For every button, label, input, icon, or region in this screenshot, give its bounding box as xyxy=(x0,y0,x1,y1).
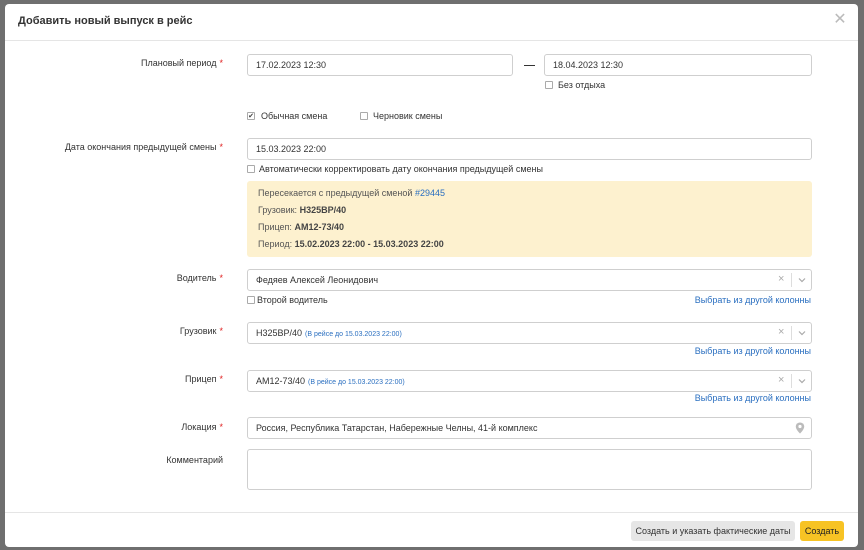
trailer-select[interactable]: АМ12-73/40 (В рейсе до 15.03.2023 22:00) xyxy=(247,370,812,392)
overlap-truck-value: Н325ВР/40 xyxy=(299,205,347,215)
overlap-warning: Пересекается с предыдущей сменой #29445 … xyxy=(247,181,812,257)
required-mark: * xyxy=(219,142,223,152)
comment-textarea[interactable] xyxy=(247,449,812,490)
truck-separator xyxy=(791,326,792,340)
location-label-text: Локация xyxy=(181,422,217,432)
prev-shift-end-label: Дата окончания предыдущей смены * xyxy=(5,142,223,152)
trailer-clear-icon[interactable]: × xyxy=(778,375,784,386)
required-mark: * xyxy=(219,422,223,432)
trailer-separator xyxy=(791,374,792,388)
overlap-text: Пересекается с предыдущей сменой xyxy=(258,188,413,198)
regular-shift-checkbox[interactable]: ✔ xyxy=(247,112,255,120)
no-rest-label: Без отдыха xyxy=(558,80,606,90)
location-label: Локация * xyxy=(5,422,223,432)
required-mark: * xyxy=(219,273,223,283)
close-icon[interactable]: ✕ xyxy=(832,12,848,28)
period-end-input[interactable]: 18.04.2023 12:30 xyxy=(544,54,812,76)
planned-period-label-text: Плановый период xyxy=(141,58,217,68)
overlap-truck-label: Грузовик: xyxy=(258,205,298,215)
second-driver-label: Второй водитель xyxy=(257,295,328,305)
trailer-value: АМ12-73/40 xyxy=(256,376,306,386)
auto-correct-label: Автоматически корректировать дату оконча… xyxy=(259,164,543,174)
modal-title: Добавить новый выпуск в рейс xyxy=(18,15,193,27)
overlap-period-line: Период: 15.02.2023 22:00 - 15.03.2023 22… xyxy=(258,239,444,249)
planned-period-label: Плановый период * xyxy=(5,58,223,68)
truck-label-text: Грузовик xyxy=(179,326,217,336)
trailer-label: Прицеп * xyxy=(5,374,223,384)
prev-shift-end-label-text: Дата окончания предыдущей смены xyxy=(64,142,217,152)
trailer-other-column-link[interactable]: Выбрать из другой колонны xyxy=(695,393,811,403)
location-input[interactable]: Россия, Республика Татарстан, Набережные… xyxy=(247,417,812,439)
map-pin-icon[interactable] xyxy=(795,422,805,434)
overlap-trailer-value: АМ12-73/40 xyxy=(294,222,344,232)
chevron-down-icon[interactable] xyxy=(797,275,807,285)
driver-clear-icon[interactable]: × xyxy=(778,274,784,285)
driver-select[interactable]: Федяев Алексей Леонидович xyxy=(247,269,812,291)
driver-label-text: Водитель xyxy=(176,273,217,283)
modal-header: Добавить новый выпуск в рейс ✕ xyxy=(5,4,858,41)
chevron-down-icon[interactable] xyxy=(797,328,807,338)
overlap-period-value: 15.02.2023 22:00 - 15.03.2023 22:00 xyxy=(294,239,444,249)
period-start-input[interactable]: 17.02.2023 12:30 xyxy=(247,54,513,76)
truck-value: Н325ВР/40 xyxy=(256,328,303,338)
comment-label: Комментарий xyxy=(166,455,223,465)
driver-other-column-link[interactable]: Выбрать из другой колонны xyxy=(695,295,811,305)
prev-shift-end-input[interactable]: 15.03.2023 22:00 xyxy=(247,138,812,160)
no-rest-checkbox[interactable] xyxy=(545,81,553,89)
overlap-period-label: Период: xyxy=(258,239,293,249)
truck-clear-icon[interactable]: × xyxy=(778,327,784,338)
overlap-line: Пересекается с предыдущей сменой #29445 xyxy=(258,188,445,198)
required-mark: * xyxy=(219,326,223,336)
overlap-trailer-line: Прицеп: АМ12-73/40 xyxy=(258,222,344,232)
second-driver-checkbox[interactable] xyxy=(247,296,255,304)
truck-select[interactable]: Н325ВР/40 (В рейсе до 15.03.2023 22:00) xyxy=(247,322,812,344)
auto-correct-checkbox[interactable] xyxy=(247,165,255,173)
driver-label: Водитель * xyxy=(5,273,223,283)
add-release-modal: Добавить новый выпуск в рейс ✕ Плановый … xyxy=(5,4,858,547)
driver-separator xyxy=(791,273,792,287)
required-mark: * xyxy=(219,374,223,384)
period-dash xyxy=(524,65,535,66)
chevron-down-icon[interactable] xyxy=(797,376,807,386)
required-mark: * xyxy=(219,58,223,68)
create-button[interactable]: Создать xyxy=(800,521,844,541)
previous-shift-link[interactable]: #29445 xyxy=(415,188,445,198)
truck-other-column-link[interactable]: Выбрать из другой колонны xyxy=(695,346,811,356)
trailer-label-text: Прицеп xyxy=(185,374,217,384)
regular-shift-label: Обычная смена xyxy=(261,111,328,121)
trailer-hint: (В рейсе до 15.03.2023 22:00) xyxy=(308,379,405,386)
driver-value: Федяев Алексей Леонидович xyxy=(256,275,379,285)
truck-hint: (В рейсе до 15.03.2023 22:00) xyxy=(305,331,402,338)
draft-shift-label: Черновик смены xyxy=(373,111,443,121)
modal-footer: Создать и указать фактические даты Созда… xyxy=(5,512,858,547)
truck-label: Грузовик * xyxy=(5,326,223,336)
draft-shift-checkbox[interactable] xyxy=(360,112,368,120)
overlap-truck-line: Грузовик: Н325ВР/40 xyxy=(258,205,346,215)
overlap-trailer-label: Прицеп: xyxy=(258,222,292,232)
create-with-actual-dates-button[interactable]: Создать и указать фактические даты xyxy=(631,521,795,541)
